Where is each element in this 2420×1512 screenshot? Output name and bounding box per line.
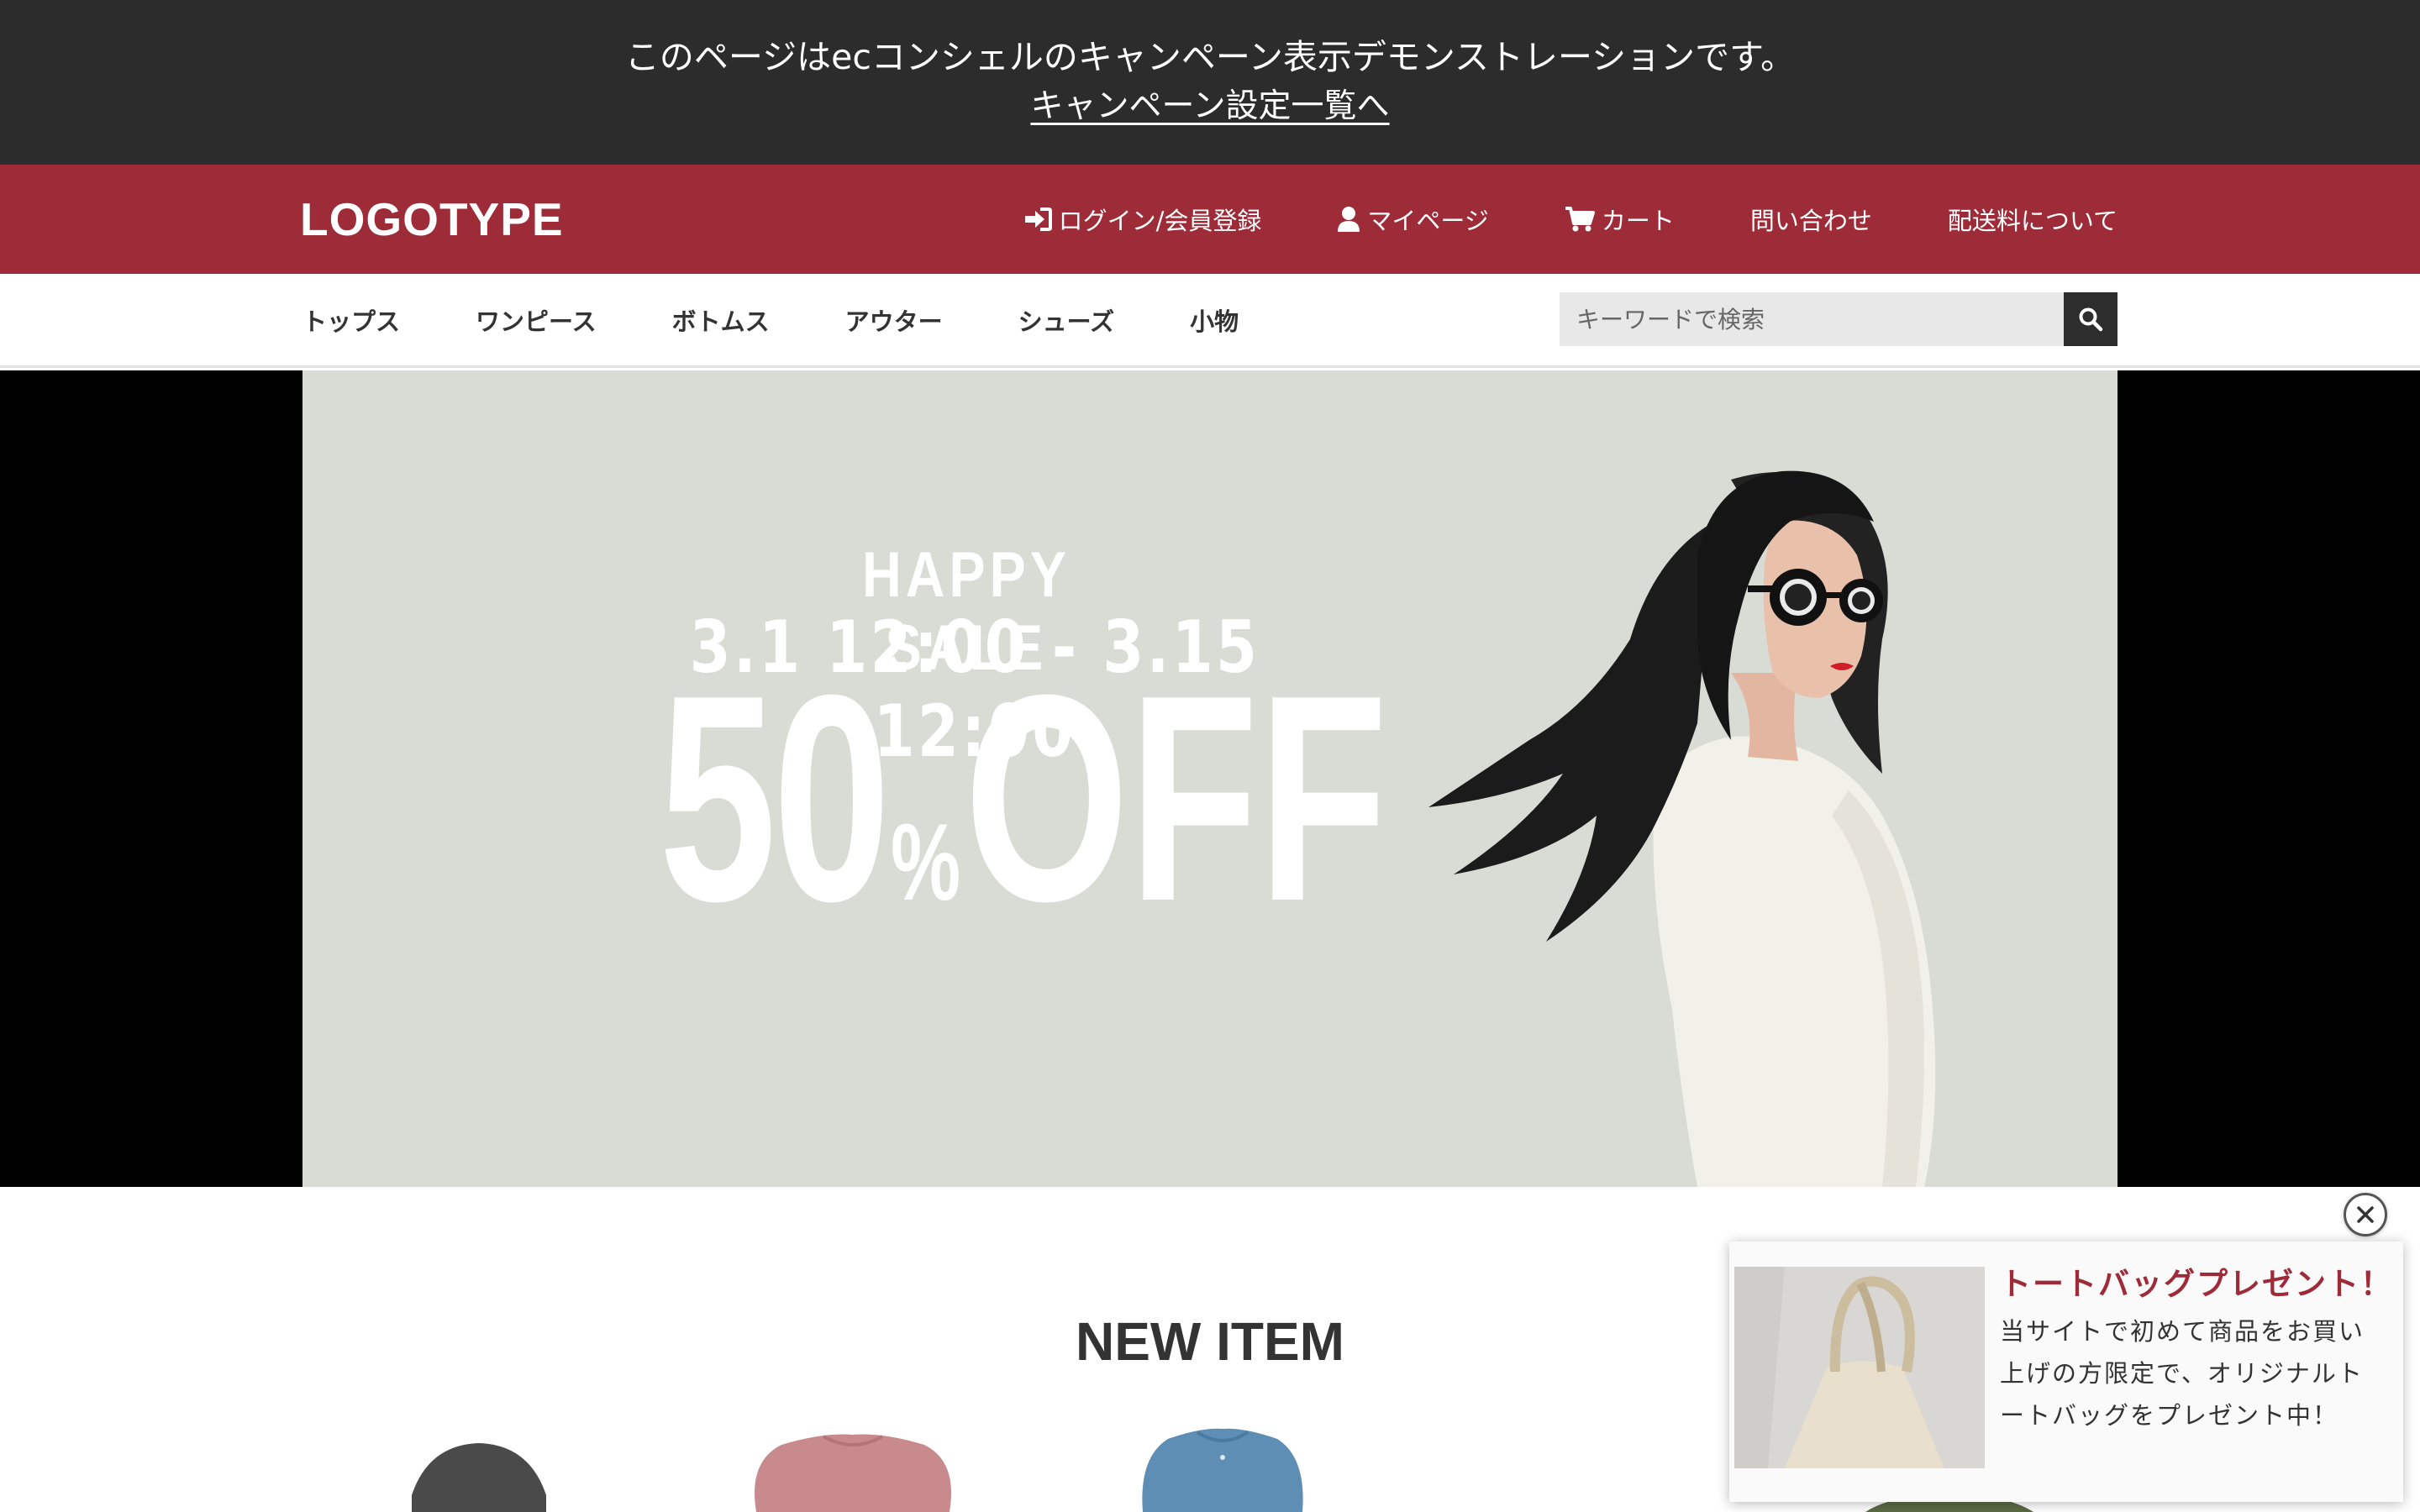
tote-bag-illustration bbox=[1734, 1267, 1985, 1468]
category-nav-bar: トップス ワンピース ボトムス アウター シューズ 小物 bbox=[0, 274, 2420, 368]
contact-label: 問い合わせ bbox=[1749, 207, 1872, 235]
category-tops[interactable]: トップス bbox=[302, 302, 400, 338]
demo-notice-bar: このページはecコンシェルのキャンペーン表示デモンストレーションです。 キャンペ… bbox=[0, 0, 2420, 165]
demo-notice-message: このページはecコンシェルのキャンペーン表示デモンストレーションです。 bbox=[624, 37, 1796, 77]
discount-number: 50 bbox=[659, 634, 891, 963]
login-register-label: ログイン/会員登録 bbox=[1058, 207, 1262, 235]
category-accessories[interactable]: 小物 bbox=[1190, 302, 1239, 338]
search-icon bbox=[2079, 307, 2103, 332]
search-form bbox=[1560, 292, 2118, 346]
category-outer[interactable]: アウター bbox=[845, 302, 943, 338]
category-onepiece[interactable]: ワンピース bbox=[476, 302, 597, 338]
discount-word: OFF bbox=[964, 634, 1388, 963]
campaign-settings-link[interactable]: キャンペーン設定一覧へ bbox=[1030, 87, 1389, 125]
mypage-label: マイページ bbox=[1367, 207, 1489, 235]
sign-in-icon bbox=[1024, 207, 1052, 231]
cart-icon bbox=[1565, 207, 1595, 232]
demo-notice-link-row: キャンペーン設定一覧へ bbox=[0, 84, 2420, 129]
close-icon bbox=[2357, 1206, 2374, 1223]
product-image-blue-sweater[interactable] bbox=[1126, 1424, 1319, 1512]
cart-label: カート bbox=[1601, 207, 1675, 235]
popup-body: 当サイトで初めて商品をお買い上げの方限定で、オリジナルトートバッグをプレゼント中… bbox=[2000, 1317, 2365, 1430]
user-icon bbox=[1338, 207, 1360, 232]
product-image-pink-sweater[interactable] bbox=[731, 1428, 975, 1512]
login-register-link[interactable]: ログイン/会員登録 bbox=[1023, 202, 1262, 237]
category-bottoms[interactable]: ボトムス bbox=[672, 302, 770, 338]
sale-banner[interactable]: HAPPY SALE 3.1 12:00 - 3.15 12:00 50%OFF bbox=[302, 370, 2118, 1187]
hero-section: HAPPY SALE 3.1 12:00 - 3.15 12:00 50%OFF bbox=[0, 370, 2420, 1187]
campaign-popup[interactable]: トートバッグプレゼント！ 当サイトで初めて商品をお買い上げの方限定で、オリジナル… bbox=[1729, 1242, 2403, 1502]
site-logo[interactable]: LOGOTYPE bbox=[300, 192, 564, 247]
discount-percent: % bbox=[890, 801, 961, 923]
sale-discount: 50%OFF bbox=[659, 652, 1387, 946]
search-input[interactable] bbox=[1560, 292, 2064, 346]
header-nav: ログイン/会員登録 マイページ カート 問い合わせ 配送料について bbox=[1023, 198, 2118, 240]
shipping-info-link[interactable]: 配送料について bbox=[1948, 202, 2118, 237]
search-button[interactable] bbox=[2064, 292, 2118, 346]
cart-link[interactable]: カート bbox=[1565, 202, 1675, 237]
popup-close-button[interactable] bbox=[2344, 1193, 2387, 1236]
model-image bbox=[1428, 470, 1936, 1187]
tote-bag-image bbox=[1734, 1267, 1985, 1468]
site-header: LOGOTYPE ログイン/会員登録 マイページ カート 問い合わせ 配送料につ… bbox=[0, 165, 2420, 274]
product-image-gray-sweater[interactable] bbox=[395, 1420, 563, 1512]
shipping-info-label: 配送料について bbox=[1947, 207, 2118, 235]
category-shoes[interactable]: シューズ bbox=[1018, 302, 1115, 338]
category-list: トップス ワンピース ボトムス アウター シューズ 小物 bbox=[302, 299, 1314, 341]
contact-link[interactable]: 問い合わせ bbox=[1750, 202, 1872, 237]
mypage-link[interactable]: マイページ bbox=[1337, 202, 1489, 237]
popup-title: トートバッグプレゼント！ bbox=[2000, 1266, 2393, 1302]
